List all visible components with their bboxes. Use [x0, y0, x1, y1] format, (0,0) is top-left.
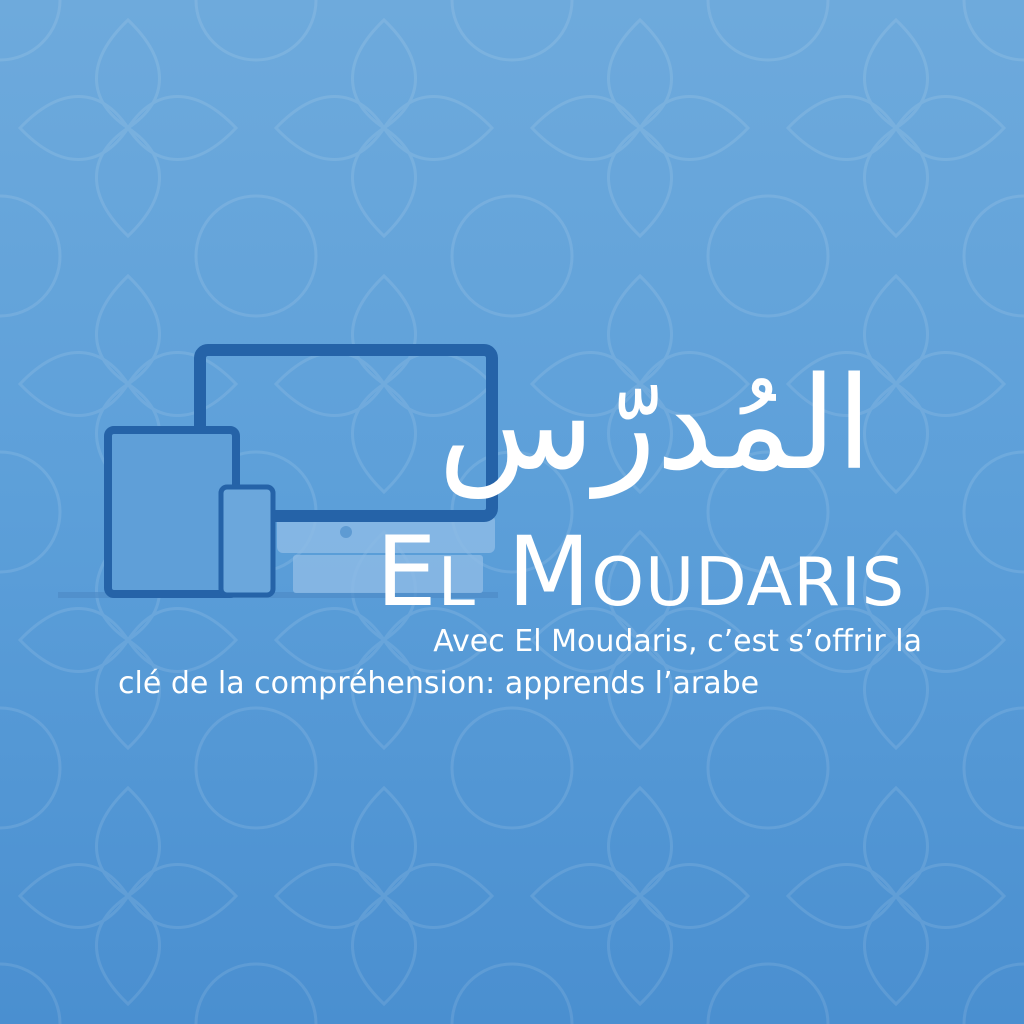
brand-name: El Moudaris: [376, 516, 906, 628]
tablet-icon: [104, 426, 240, 598]
tagline-line-1: Avec El Moudaris, c’est s’offrir la: [433, 624, 922, 659]
arabic-title: المُدرّس: [438, 350, 872, 499]
smartphone-icon: [218, 484, 276, 598]
tagline-line-2: clé de la compréhension: apprends l’arab…: [118, 666, 760, 701]
